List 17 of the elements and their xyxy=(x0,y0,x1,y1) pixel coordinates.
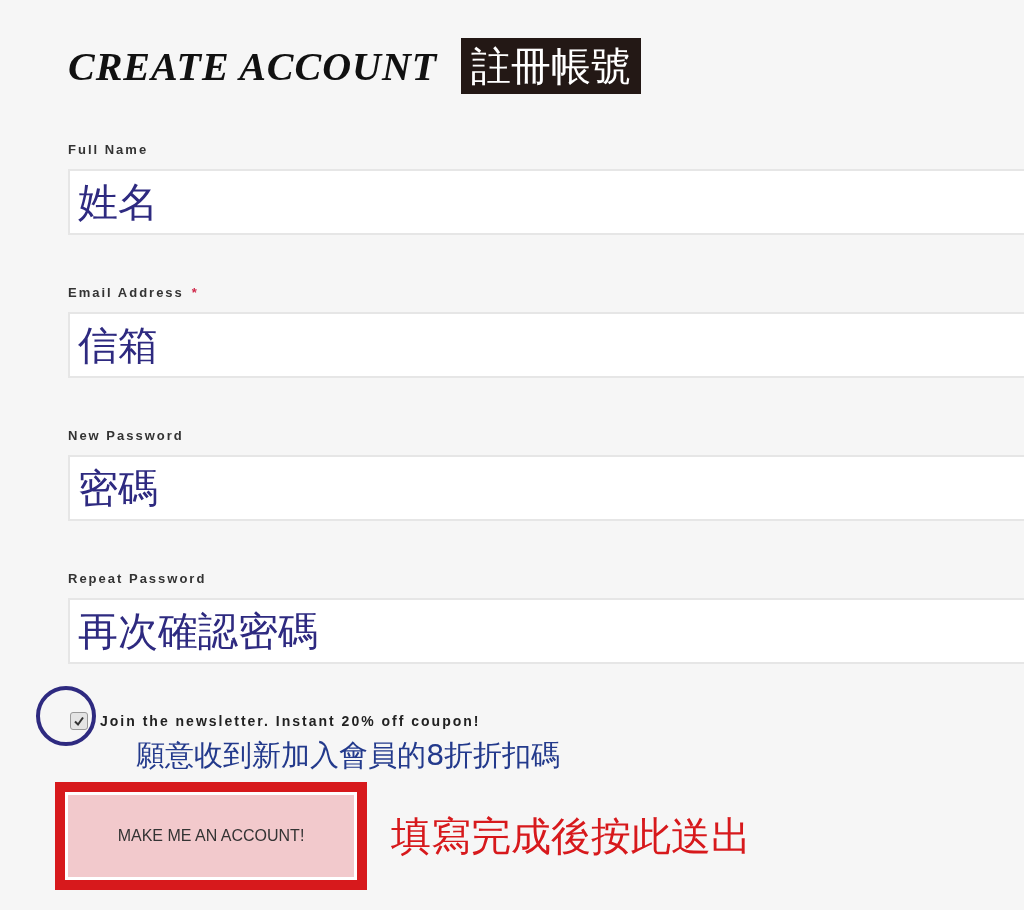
input-field[interactable]: 密碼 xyxy=(68,455,1024,521)
page-title: CREATE ACCOUNT xyxy=(68,42,438,90)
annotation-label: 註冊帳號 xyxy=(461,38,642,94)
field-label: Full Name xyxy=(68,142,149,157)
required-mark: * xyxy=(191,285,197,300)
field-label: New Password xyxy=(68,428,184,443)
input-field[interactable]: 再次確認密碼 xyxy=(68,598,1024,664)
annotation-text: 填寫完成後按此送出 xyxy=(391,811,751,861)
field-label: Repeat Password xyxy=(68,571,207,586)
input-field[interactable]: 信箱 xyxy=(68,312,1024,378)
checkbox-label: Join the newsletter. Instant 20% off coupon! xyxy=(100,713,481,729)
field-label: Email Address xyxy=(68,285,184,300)
annotation-text: 願意收到新加入會員的8折折扣碼 xyxy=(136,737,562,774)
checkmark-icon xyxy=(73,715,85,727)
newsletter-checkbox[interactable] xyxy=(70,712,88,730)
input-field[interactable]: 姓名 xyxy=(68,169,1024,235)
submit-button[interactable]: MAKE ME AN ACCOUNT! xyxy=(68,795,354,877)
